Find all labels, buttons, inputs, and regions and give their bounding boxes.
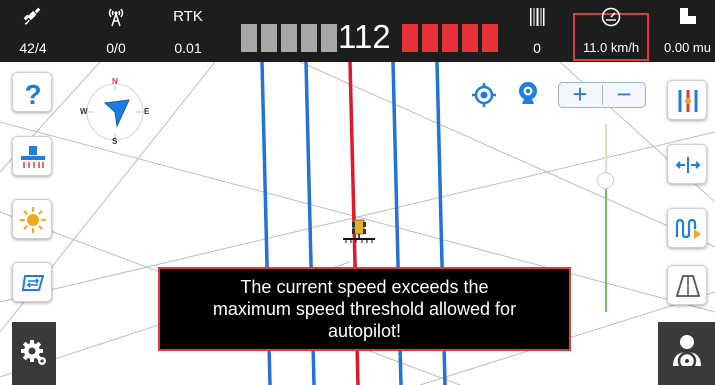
driver-icon: [673, 335, 701, 371]
locate-icon: [472, 83, 496, 107]
swap-icon: [21, 275, 45, 291]
signal-stat: 0/0: [88, 0, 144, 62]
rtk-stat: RTK 0.01: [160, 0, 216, 62]
right-section-block: [402, 24, 418, 52]
compass-east: E: [144, 107, 150, 116]
guidance-lines-icon: [678, 90, 698, 112]
compass[interactable]: N S E W: [80, 77, 150, 146]
perspective-view-icon: [675, 275, 701, 297]
locate-button[interactable]: [471, 82, 497, 108]
left-section-block: [321, 24, 337, 52]
compass-south: S: [112, 137, 118, 146]
speed-value: 11.0 km/h: [582, 40, 640, 55]
brightness-icon: [19, 206, 47, 234]
speedometer-icon: [575, 6, 647, 28]
swap-button[interactable]: [12, 262, 52, 302]
compass-west: W: [80, 107, 88, 116]
area-value: 0.00 mu: [664, 40, 711, 55]
left-section-block: [301, 24, 317, 52]
alert-line-3: autopilot!: [327, 321, 402, 341]
area-icon: [660, 6, 715, 28]
compass-north: N: [112, 77, 118, 86]
zoom-in-button[interactable]: +: [559, 79, 601, 109]
settings-gear-icon: [21, 340, 46, 365]
speed-warning-alert: The current speed exceeds the maximum sp…: [158, 267, 571, 351]
help-icon: ?: [24, 79, 41, 107]
signal-count: 0/0: [106, 40, 126, 56]
implement-button[interactable]: [12, 136, 52, 176]
area-stat[interactable]: 0.00 mu: [660, 0, 715, 62]
settings-button[interactable]: [12, 322, 56, 385]
radio-signal-icon: [88, 6, 144, 28]
speed-stat[interactable]: 11.0 km/h: [575, 0, 647, 62]
width-adjust-icon: [675, 157, 701, 173]
alert-line-2: maximum speed threshold allowed for: [212, 299, 517, 319]
zoom-slider-fill: [605, 181, 607, 312]
satellite-count: 42/4: [19, 40, 47, 56]
right-section-block: [442, 24, 458, 52]
satellite-stat: 42/4: [4, 0, 62, 62]
implement-icon: [21, 146, 45, 168]
camera-icon: [519, 82, 537, 104]
zoom-slider-thumb[interactable]: [597, 172, 614, 189]
alert-line-1: The current speed exceeds the: [240, 277, 489, 297]
rtk-value: 0.01: [174, 40, 202, 56]
width-adjust-button[interactable]: [667, 144, 707, 184]
center-count: 112: [338, 18, 391, 55]
svg-text:?: ?: [24, 79, 41, 107]
driver-button[interactable]: [658, 322, 715, 385]
zoom-control: + −: [558, 79, 646, 109]
perspective-view-button[interactable]: [667, 265, 707, 305]
guidance-lines-button[interactable]: [667, 80, 707, 120]
curve-path-button[interactable]: [667, 208, 707, 248]
curve-path-icon: [675, 218, 701, 239]
left-section-block: [241, 24, 257, 52]
status-bar: 42/4 0/0 RTK 0.01 112 0 11.0 km/h 0.00 m…: [0, 0, 715, 62]
right-stat: 0: [512, 0, 562, 62]
barcode-icon: [512, 6, 562, 28]
right-section-block: [422, 24, 438, 52]
help-button[interactable]: ?: [12, 72, 52, 112]
tractor-marker: [342, 219, 376, 245]
rtk-label: RTK: [173, 8, 203, 25]
left-section-block: [261, 24, 277, 52]
camera-button[interactable]: [515, 80, 541, 108]
right-stat-value: 0: [533, 40, 541, 56]
left-section-block: [281, 24, 297, 52]
right-section-block: [462, 24, 478, 52]
right-section-block: [482, 24, 498, 52]
satellite-icon: [4, 6, 62, 28]
brightness-button[interactable]: [12, 199, 52, 239]
zoom-out-button[interactable]: −: [603, 79, 645, 109]
